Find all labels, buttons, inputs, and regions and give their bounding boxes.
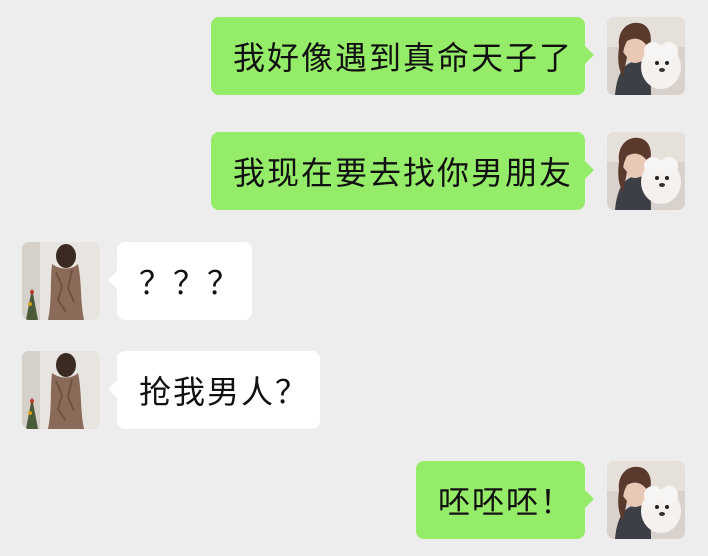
message-bubble-received[interactable]: ？？？ <box>108 242 252 320</box>
message-bubble-sent[interactable]: 呸呸呸！ <box>416 461 594 539</box>
message-text: 我好像遇到真命天子了 <box>233 39 574 77</box>
message-row-sent: 我好像遇到真命天子了 <box>0 17 708 97</box>
message-row-received: ？？？ <box>0 242 708 322</box>
girl-in-dress-avatar[interactable] <box>22 351 100 429</box>
boy-with-white-dog-avatar[interactable] <box>607 132 685 210</box>
message-text: 呸呸呸！ <box>438 483 575 521</box>
message-row-sent: 呸呸呸！ <box>0 461 708 541</box>
message-text: 抢我男人？ <box>139 373 310 411</box>
chat-message-list: 我好像遇到真命天子了 我现在要去找你男朋友 ？？？ 抢我男人？ 呸呸呸！ <box>0 0 708 556</box>
message-bubble-sent[interactable]: 我现在要去找你男朋友 <box>211 132 594 210</box>
boy-with-white-dog-avatar[interactable] <box>607 461 685 539</box>
message-text: 我现在要去找你男朋友 <box>233 154 574 192</box>
message-row-sent: 我现在要去找你男朋友 <box>0 132 708 212</box>
message-text: ？？？ <box>139 264 242 302</box>
boy-with-white-dog-avatar[interactable] <box>607 17 685 95</box>
message-bubble-received[interactable]: 抢我男人？ <box>108 351 320 429</box>
girl-in-dress-avatar[interactable] <box>22 242 100 320</box>
message-bubble-sent[interactable]: 我好像遇到真命天子了 <box>211 17 594 95</box>
message-row-received: 抢我男人？ <box>0 351 708 431</box>
